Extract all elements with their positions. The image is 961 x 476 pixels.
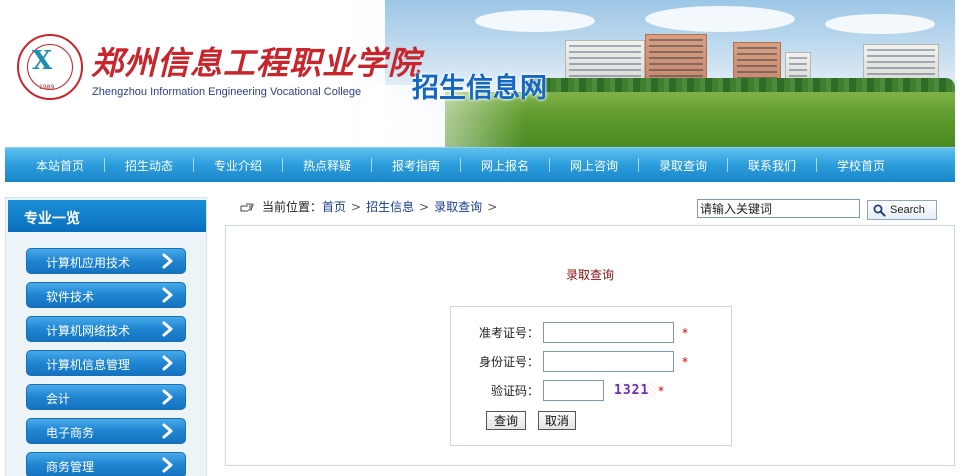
chevron-right-icon xyxy=(162,457,173,473)
sidebar-item-business-management[interactable]: 商务管理 xyxy=(26,452,186,476)
cancel-button[interactable]: 取消 xyxy=(538,411,576,430)
sidebar-item-label: 软件技术 xyxy=(46,290,95,304)
sidebar-item-label: 计算机应用技术 xyxy=(46,256,131,270)
required-mark: * xyxy=(682,354,688,369)
breadcrumb-separator: > xyxy=(487,199,498,214)
search-button[interactable]: Search xyxy=(867,200,937,220)
nav-online-consult[interactable]: 网上咨询 xyxy=(559,157,629,174)
captcha-input[interactable] xyxy=(543,380,604,401)
nav-faq[interactable]: 热点释疑 xyxy=(292,157,362,174)
exam-no-input[interactable] xyxy=(543,322,674,343)
nav-admission-news[interactable]: 招生动态 xyxy=(114,157,184,174)
chevron-right-icon xyxy=(162,253,173,269)
breadcrumb-separator: > xyxy=(351,199,362,214)
college-name-cn: 郑州信息工程职业学院 xyxy=(91,44,422,82)
sidebar-item-ecommerce[interactable]: 电子商务 xyxy=(26,418,186,444)
logo-emblem-icon: X xyxy=(32,46,53,76)
sidebar-item-label: 电子商务 xyxy=(46,426,95,440)
required-mark: * xyxy=(682,325,688,340)
nav-school-home[interactable]: 学校首页 xyxy=(826,157,896,174)
breadcrumb-prefix: 当前位置： xyxy=(262,200,323,214)
nav-admission-query[interactable]: 录取查询 xyxy=(648,157,718,174)
search-icon xyxy=(873,204,886,217)
majors-list: 计算机应用技术 软件技术 计算机网络技术 计算机信息管理 会计 电子商务 商务管… xyxy=(26,248,186,476)
sidebar-item-network[interactable]: 计算机网络技术 xyxy=(26,316,186,342)
nav-divider xyxy=(282,158,283,172)
sidebar-item-label: 计算机网络技术 xyxy=(46,324,131,338)
logo-year: 1989 xyxy=(39,84,55,91)
sidebar-title: 专业一览 xyxy=(8,200,206,232)
nav-guide[interactable]: 报考指南 xyxy=(381,157,451,174)
breadcrumb-home-link[interactable]: 首页 xyxy=(322,198,346,215)
nav-divider xyxy=(460,158,461,172)
banner-cloud xyxy=(825,14,935,34)
query-button[interactable]: 查询 xyxy=(486,411,526,430)
banner-cloud xyxy=(645,6,795,32)
breadcrumb-admission-info-link[interactable]: 招生信息 xyxy=(366,198,414,215)
nav-divider xyxy=(816,158,817,172)
college-name-en: Zhengzhou Information Engineering Vocati… xyxy=(92,86,362,98)
id-no-label: 身份证号： xyxy=(478,355,539,369)
sidebar-item-label: 会计 xyxy=(46,392,71,406)
content-panel: 录取查询 准考证号： * 身份证号： * 验证码： 1321 * 查询 取消 xyxy=(225,225,955,466)
nav-divider xyxy=(371,158,372,172)
nav-contact[interactable]: 联系我们 xyxy=(737,157,807,174)
sidebar-item-software[interactable]: 软件技术 xyxy=(26,282,186,308)
search-button-label: Search xyxy=(890,204,925,216)
id-no-input[interactable] xyxy=(543,351,674,372)
site-banner: X 1989 郑州信息工程职业学院 Zhengzhou Information … xyxy=(5,0,955,147)
exam-no-row: 准考证号： * xyxy=(451,322,688,343)
admission-query-form: 准考证号： * 身份证号： * 验证码： 1321 * 查询 取消 xyxy=(450,306,732,446)
id-no-row: 身份证号： * xyxy=(451,351,688,372)
chevron-right-icon xyxy=(162,287,173,303)
college-logo: X 1989 xyxy=(17,34,83,100)
chevron-right-icon xyxy=(162,389,173,405)
chevron-right-icon xyxy=(162,423,173,439)
nav-divider xyxy=(549,158,550,172)
breadcrumb: 当前位置： 首页 > 招生信息 > 录取查询 > xyxy=(240,198,502,215)
nav-home[interactable]: 本站首页 xyxy=(25,157,95,174)
banner-cloud xyxy=(475,10,595,32)
nav-divider xyxy=(104,158,105,172)
search-input[interactable] xyxy=(697,199,860,218)
chevron-right-icon xyxy=(162,355,173,371)
majors-sidebar: 专业一览 计算机应用技术 软件技术 计算机网络技术 计算机信息管理 会计 电子商… xyxy=(5,197,207,476)
captcha-label: 验证码： xyxy=(490,384,539,398)
nav-divider xyxy=(638,158,639,172)
sidebar-item-computer-application[interactable]: 计算机应用技术 xyxy=(26,248,186,274)
nav-divider xyxy=(727,158,728,172)
main-nav: 本站首页 招生动态 专业介绍 热点释疑 报考指南 网上报名 网上咨询 录取查询 … xyxy=(5,147,955,182)
section-title: 招生信息网 xyxy=(412,73,547,104)
sidebar-item-label: 商务管理 xyxy=(46,460,95,474)
nav-online-registration[interactable]: 网上报名 xyxy=(470,157,540,174)
nav-divider xyxy=(193,158,194,172)
captcha-row: 验证码： 1321 * xyxy=(451,380,664,401)
breadcrumb-admission-query-link[interactable]: 录取查询 xyxy=(434,198,482,215)
exam-no-label: 准考证号： xyxy=(478,326,539,340)
pointing-hand-icon xyxy=(240,203,254,211)
page-title: 录取查询 xyxy=(565,268,614,282)
breadcrumb-separator: > xyxy=(419,199,430,214)
sidebar-item-info-management[interactable]: 计算机信息管理 xyxy=(26,350,186,376)
sidebar-item-accounting[interactable]: 会计 xyxy=(26,384,186,410)
chevron-right-icon xyxy=(162,321,173,337)
sidebar-item-label: 计算机信息管理 xyxy=(46,358,131,372)
captcha-image[interactable]: 1321 xyxy=(614,382,656,399)
nav-majors[interactable]: 专业介绍 xyxy=(203,157,273,174)
required-mark: * xyxy=(658,383,664,398)
